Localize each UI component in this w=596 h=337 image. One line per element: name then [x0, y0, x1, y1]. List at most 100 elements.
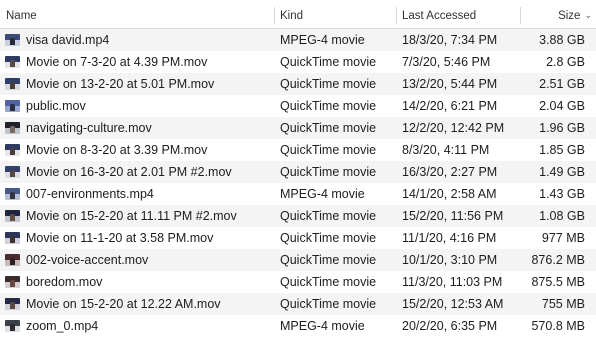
- video-thumbnail-icon: [5, 298, 20, 310]
- thumbnail-figure: [10, 258, 15, 265]
- file-last-accessed: 16/3/20, 2:27 PM: [402, 165, 498, 179]
- video-thumbnail-icon: [5, 232, 20, 244]
- video-thumbnail-icon: [5, 210, 20, 222]
- thumbnail-figure: [10, 104, 15, 111]
- file-kind: QuickTime movie: [280, 253, 377, 267]
- video-thumbnail-icon: [5, 166, 20, 178]
- table-row[interactable]: 002-voice-accent.mov QuickTime movie 10/1/…: [0, 249, 596, 271]
- file-last-accessed: 14/2/20, 6:21 PM: [402, 99, 498, 113]
- file-name: Movie on 11-1-20 at 3.58 PM.mov: [26, 231, 214, 245]
- video-thumbnail-icon: [5, 100, 20, 112]
- file-last-accessed: 15/2/20, 11:56 PM: [402, 209, 504, 223]
- file-size: 570.8 MB: [531, 319, 585, 333]
- table-row[interactable]: boredom.mov QuickTime movie 11/3/20, 11:03…: [0, 271, 596, 293]
- table-row[interactable]: zoom_0.mp4 MPEG-4 movie 20/2/20, 6:35 PM 57…: [0, 315, 596, 337]
- file-last-accessed: 7/3/20, 5:46 PM: [402, 55, 491, 69]
- file-list: visa david.mp4 MPEG-4 movie 18/3/20, 7:34 …: [0, 29, 596, 337]
- column-size-header[interactable]: Size ⌄: [558, 0, 592, 29]
- table-row[interactable]: Movie on 13-2-20 at 5.01 PM.mov QuickTime…: [0, 73, 596, 95]
- file-kind: MPEG-4 movie: [280, 33, 365, 47]
- table-row[interactable]: Movie on 8-3-20 at 3.39 PM.mov QuickTime …: [0, 139, 596, 161]
- file-name: Movie on 15-2-20 at 12.22 AM.mov: [26, 297, 221, 311]
- thumbnail-figure: [10, 170, 15, 177]
- file-size: 2.04 GB: [539, 99, 585, 113]
- video-thumbnail-icon: [5, 320, 20, 332]
- file-size: 1.85 GB: [539, 143, 585, 157]
- file-name: 007-environments.mp4: [26, 187, 154, 201]
- file-kind: MPEG-4 movie: [280, 187, 365, 201]
- table-row[interactable]: visa david.mp4 MPEG-4 movie 18/3/20, 7:34 …: [0, 29, 596, 51]
- thumbnail-figure: [10, 280, 15, 287]
- video-thumbnail-icon: [5, 144, 20, 156]
- file-name: Movie on 13-2-20 at 5.01 PM.mov: [26, 77, 215, 91]
- thumbnail-figure: [10, 324, 15, 331]
- file-name: Movie on 8-3-20 at 3.39 PM.mov: [26, 143, 208, 157]
- column-header: Name Kind Last Accessed Size ⌄: [0, 0, 596, 29]
- video-thumbnail-icon: [5, 188, 20, 200]
- file-last-accessed: 13/2/20, 5:44 PM: [402, 77, 498, 91]
- thumbnail-figure: [10, 126, 15, 133]
- column-name-header[interactable]: Name: [6, 0, 37, 29]
- file-size: 1.96 GB: [539, 121, 585, 135]
- thumbnail-figure: [10, 192, 15, 199]
- file-kind: QuickTime movie: [280, 121, 377, 135]
- video-thumbnail-icon: [5, 34, 20, 46]
- file-last-accessed: 8/3/20, 4:11 PM: [402, 143, 490, 157]
- thumbnail-figure: [10, 82, 15, 89]
- column-divider[interactable]: [520, 7, 521, 24]
- file-last-accessed: 15/2/20, 12:53 AM: [402, 297, 504, 311]
- file-kind: QuickTime movie: [280, 297, 377, 311]
- file-kind: QuickTime movie: [280, 209, 377, 223]
- file-size: 1.49 GB: [539, 165, 585, 179]
- file-kind: MPEG-4 movie: [280, 319, 365, 333]
- file-name: zoom_0.mp4: [26, 319, 99, 333]
- file-size: 2.8 GB: [546, 55, 585, 69]
- thumbnail-figure: [10, 38, 15, 45]
- file-size: 755 MB: [541, 297, 585, 311]
- file-last-accessed: 20/2/20, 6:35 PM: [402, 319, 498, 333]
- table-row[interactable]: Movie on 16-3-20 at 2.01 PM #2.mov QuickT…: [0, 161, 596, 183]
- column-divider[interactable]: [396, 7, 397, 24]
- file-last-accessed: 18/3/20, 7:34 PM: [402, 33, 498, 47]
- thumbnail-figure: [10, 60, 15, 67]
- file-last-accessed: 12/2/20, 12:42 PM: [402, 121, 505, 135]
- table-row[interactable]: Movie on 7-3-20 at 4.39 PM.mov QuickTime …: [0, 51, 596, 73]
- table-row[interactable]: Movie on 15-2-20 at 11.11 PM #2.mov Quick…: [0, 205, 596, 227]
- column-size-label: Size: [558, 10, 581, 22]
- file-name: visa david.mp4: [26, 33, 110, 47]
- file-name: public.mov: [26, 99, 86, 113]
- file-kind: QuickTime movie: [280, 275, 377, 289]
- table-row[interactable]: Movie on 11-1-20 at 3.58 PM.mov QuickTime…: [0, 227, 596, 249]
- thumbnail-figure: [10, 236, 15, 243]
- column-last-accessed-header[interactable]: Last Accessed: [402, 0, 476, 29]
- table-row[interactable]: Movie on 15-2-20 at 12.22 AM.mov QuickTim…: [0, 293, 596, 315]
- file-size: 1.08 GB: [539, 209, 585, 223]
- file-kind: QuickTime movie: [280, 165, 377, 179]
- video-thumbnail-icon: [5, 122, 20, 134]
- column-kind-header[interactable]: Kind: [280, 0, 303, 29]
- file-kind: QuickTime movie: [280, 143, 377, 157]
- file-name: Movie on 7-3-20 at 4.39 PM.mov: [26, 55, 208, 69]
- file-name: boredom.mov: [26, 275, 103, 289]
- file-kind: QuickTime movie: [280, 99, 377, 113]
- file-kind: QuickTime movie: [280, 231, 377, 245]
- file-size: 3.88 GB: [539, 33, 585, 47]
- table-row[interactable]: public.mov QuickTime movie 14/2/20, 6:21 P…: [0, 95, 596, 117]
- column-divider[interactable]: [274, 7, 275, 24]
- file-kind: QuickTime movie: [280, 55, 377, 69]
- file-name: Movie on 16-3-20 at 2.01 PM #2.mov: [26, 165, 232, 179]
- thumbnail-figure: [10, 148, 15, 155]
- thumbnail-figure: [10, 302, 15, 309]
- file-size: 977 MB: [541, 231, 585, 245]
- file-name: Movie on 15-2-20 at 11.11 PM #2.mov: [26, 209, 237, 223]
- file-size: 875.5 MB: [531, 275, 585, 289]
- table-row[interactable]: navigating-culture.mov QuickTime movie 12/…: [0, 117, 596, 139]
- video-thumbnail-icon: [5, 56, 20, 68]
- thumbnail-figure: [10, 214, 15, 221]
- file-last-accessed: 11/1/20, 4:16 PM: [402, 231, 497, 245]
- video-thumbnail-icon: [5, 78, 20, 90]
- table-row[interactable]: 007-environments.mp4 MPEG-4 movie 14/1/20,…: [0, 183, 596, 205]
- file-last-accessed: 14/1/20, 2:58 AM: [402, 187, 497, 201]
- file-kind: QuickTime movie: [280, 77, 377, 91]
- file-last-accessed: 10/1/20, 3:10 PM: [402, 253, 498, 267]
